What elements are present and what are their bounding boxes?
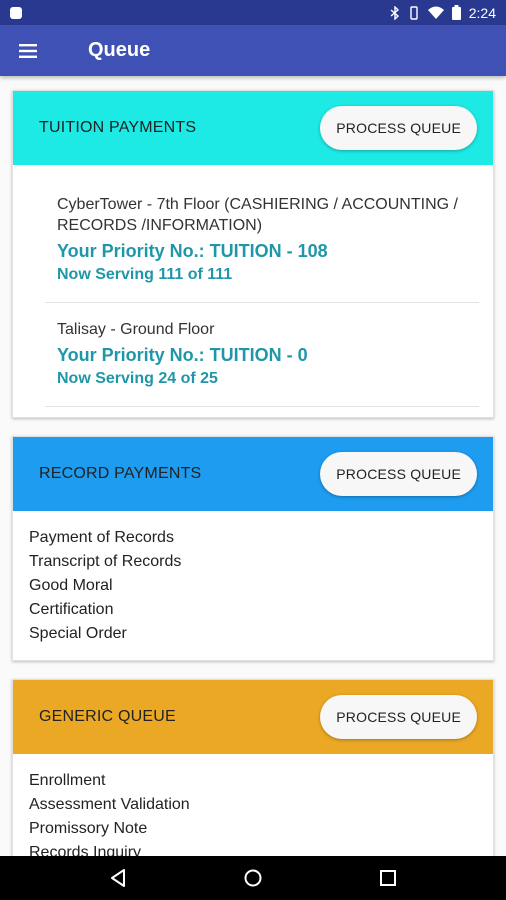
list-item: Payment of Records <box>29 529 174 546</box>
hamburger-menu-icon[interactable] <box>0 25 56 76</box>
list-item: Records Inquiry <box>29 844 142 856</box>
location-name: Talisay - Ground Floor <box>57 321 215 338</box>
records-card-header: RECORD PAYMENTS PROCESS QUEUE <box>13 437 493 511</box>
list-item: Promissory Note <box>29 820 148 837</box>
wifi-icon <box>427 6 444 19</box>
tuition-payments-card: TUITION PAYMENTS PROCESS QUEUE CyberTowe… <box>12 90 494 418</box>
priority-number: Your Priority No.: TUITION - 108 <box>57 241 328 261</box>
generic-process-queue-button[interactable]: PROCESS QUEUE <box>320 695 477 739</box>
generic-items: Enrollment Assessment Validation Promiss… <box>13 754 493 856</box>
list-item: Special Order <box>29 625 127 642</box>
system-navigation-bar <box>0 856 506 900</box>
vibrate-icon <box>410 5 418 20</box>
page-title: Queue <box>88 39 151 61</box>
clock: 2:24 <box>468 4 496 21</box>
list-item: Transcript of Records <box>29 553 182 570</box>
list-item: Assessment Validation <box>29 796 190 813</box>
list-item: Enrollment <box>29 772 106 789</box>
app-bar: Queue <box>0 25 506 76</box>
status-icons: 2:24 <box>390 5 496 21</box>
tuition-process-queue-button[interactable]: PROCESS QUEUE <box>320 106 477 150</box>
tuition-card-header: TUITION PAYMENTS PROCESS QUEUE <box>13 91 493 165</box>
battery-icon <box>451 5 461 20</box>
tuition-locations: CyberTower - 7th Floor (CASHIERING / ACC… <box>13 165 493 407</box>
now-serving: Now Serving 24 of 25 <box>57 370 218 387</box>
back-icon[interactable] <box>98 858 138 898</box>
list-item: Certification <box>29 601 114 618</box>
queue-list[interactable]: TUITION PAYMENTS PROCESS QUEUE CyberTowe… <box>0 76 506 856</box>
location-item[interactable]: CyberTower - 7th Floor (CASHIERING / ACC… <box>45 185 479 303</box>
priority-number: Your Priority No.: TUITION - 0 <box>57 345 308 365</box>
generic-card-header: GENERIC QUEUE PROCESS QUEUE <box>13 680 493 754</box>
home-icon[interactable] <box>233 858 273 898</box>
status-bar: 2:24 <box>0 0 506 25</box>
generic-card-title: GENERIC QUEUE <box>39 708 176 725</box>
notification-icon <box>10 6 22 19</box>
now-serving: Now Serving 111 of 111 <box>57 266 233 283</box>
records-process-queue-button[interactable]: PROCESS QUEUE <box>320 452 477 496</box>
bluetooth-icon <box>390 5 399 20</box>
records-card-title: RECORD PAYMENTS <box>39 465 202 482</box>
generic-queue-card: GENERIC QUEUE PROCESS QUEUE Enrollment A… <box>12 679 494 856</box>
records-items: Payment of Records Transcript of Records… <box>13 511 493 660</box>
record-payments-card: RECORD PAYMENTS PROCESS QUEUE Payment of… <box>12 436 494 661</box>
tuition-card-title: TUITION PAYMENTS <box>39 119 197 136</box>
list-item: Good Moral <box>29 577 113 594</box>
recents-icon[interactable] <box>368 858 408 898</box>
location-item[interactable]: Talisay - Ground Floor Your Priority No.… <box>45 303 479 407</box>
location-name: CyberTower - 7th Floor (CASHIERING / ACC… <box>57 196 458 234</box>
